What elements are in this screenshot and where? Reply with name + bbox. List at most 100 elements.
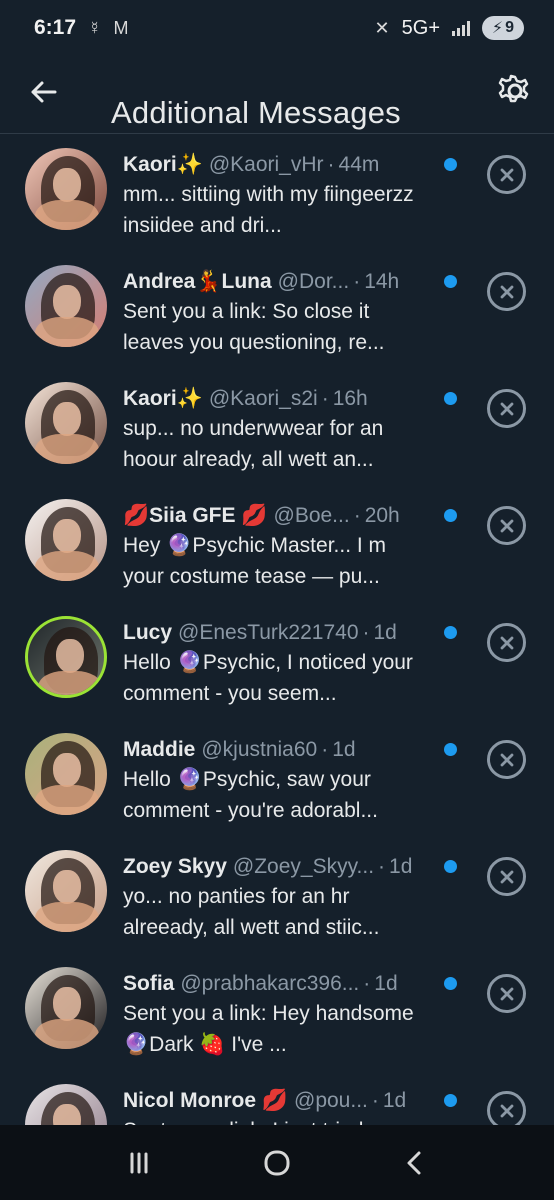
sender-name: Kaori✨ xyxy=(123,387,203,410)
dismiss-button[interactable] xyxy=(487,506,526,545)
message-request-row[interactable]: Maddie @kjustnia60 · 1d Hello 🔮Psychic, … xyxy=(0,719,554,836)
message-request-row[interactable]: Lucy @EnesTurk221740 · 1d Hello 🔮Psychic… xyxy=(0,602,554,719)
avatar-face xyxy=(53,987,81,1021)
message-preview: Sent you a link: I just tried... xyxy=(123,1115,428,1125)
message-request-row[interactable]: Andrea💃Luna @Dor... · 14h Sent you a lin… xyxy=(0,251,554,368)
avatar[interactable] xyxy=(25,499,107,581)
sender-line: Zoey Skyy @Zoey_Skyy... · 1d xyxy=(123,852,430,882)
sender-handle: @kjustnia60 xyxy=(201,738,318,761)
message-time: 1d xyxy=(382,1089,407,1112)
avatar-face xyxy=(53,870,81,904)
status-right: ✕ 5G+ ⚡ 9 xyxy=(375,16,524,40)
avatar-face xyxy=(53,168,81,202)
message-preview: Sent you a link: Hey handsome 🔮Dark 🍓 I'… xyxy=(123,1002,414,1056)
avatar-face xyxy=(53,519,81,553)
sender-name: Kaori✨ xyxy=(123,153,203,176)
message-time: 20h xyxy=(364,504,400,527)
sender-line: Kaori✨ @Kaori_vHr · 44m xyxy=(123,150,430,180)
avatar-body xyxy=(38,671,102,695)
sender-name: 💋Siia GFE 💋 xyxy=(123,504,268,527)
status-time: 6:17 xyxy=(34,16,77,39)
separator-dot: · xyxy=(353,504,361,527)
back-button[interactable] xyxy=(24,72,64,112)
close-icon xyxy=(500,1104,513,1117)
message-request-list[interactable]: Kaori✨ @Kaori_vHr · 44m mm... sittiing w… xyxy=(0,134,554,1125)
sender-line: Andrea💃Luna @Dor... · 14h xyxy=(123,267,430,297)
status-left: 6:17 ☿ M xyxy=(34,16,129,40)
sender-name: Nicol Monroe 💋 xyxy=(123,1089,288,1112)
sender-handle: @EnesTurk221740 xyxy=(178,621,359,644)
message-request-row[interactable]: Nicol Monroe 💋 @pou... · 1d Sent you a l… xyxy=(0,1070,554,1125)
avatar-body xyxy=(35,200,99,230)
avatar[interactable] xyxy=(25,148,107,230)
sender-name: Sofia xyxy=(123,972,175,995)
home-button[interactable] xyxy=(252,1138,302,1188)
sender-line: Sofia @prabhakarc396... · 1d xyxy=(123,969,430,999)
sender-handle: @Kaori_s2i xyxy=(208,387,318,410)
avatar-face xyxy=(53,285,81,319)
dismiss-button[interactable] xyxy=(487,272,526,311)
message-preview: sup... no underwwear for an hoour alread… xyxy=(123,417,384,471)
dismiss-button[interactable] xyxy=(487,1091,526,1125)
recent-apps-button[interactable] xyxy=(114,1138,164,1188)
separator-dot: · xyxy=(321,738,329,761)
avatar-face xyxy=(56,639,84,673)
message-request-row[interactable]: 💋Siia GFE 💋 @Boe... · 20h Hey 🔮Psychic M… xyxy=(0,485,554,602)
avatar-face xyxy=(53,753,81,787)
battery-level: 9 xyxy=(505,19,515,36)
dismiss-button[interactable] xyxy=(487,389,526,428)
dismiss-button[interactable] xyxy=(487,155,526,194)
message-preview: Hello 🔮Psychic, saw your comment - you'r… xyxy=(123,768,378,822)
avatar[interactable] xyxy=(25,850,107,932)
avatar[interactable] xyxy=(25,1084,107,1125)
avatar-body xyxy=(35,902,99,932)
close-icon xyxy=(500,285,513,298)
page-header: Additional Messages xyxy=(0,56,554,134)
message-request-row[interactable]: Kaori✨ @Kaori_s2i · 16h sup... no underw… xyxy=(0,368,554,485)
dismiss-button[interactable] xyxy=(487,623,526,662)
message-preview: Hey 🔮Psychic Master... I m your costume … xyxy=(123,534,387,588)
muted-icon: ✕ xyxy=(374,18,390,38)
recent-apps-icon xyxy=(130,1152,148,1173)
settings-button[interactable] xyxy=(494,70,536,112)
avatar-body xyxy=(35,317,99,347)
battery-icon: ⚡ 9 xyxy=(482,16,524,40)
message-preview: yo... no panties for an hr alreeady, all… xyxy=(123,885,380,939)
android-back-button[interactable] xyxy=(390,1138,440,1188)
mercury-symbol-icon: ☿ xyxy=(88,18,102,38)
dismiss-button[interactable] xyxy=(487,857,526,896)
sender-handle: @Kaori_vHr xyxy=(208,153,324,176)
avatar[interactable] xyxy=(25,382,107,464)
unread-indicator xyxy=(444,275,457,288)
unread-indicator xyxy=(444,509,457,522)
android-back-icon xyxy=(407,1151,421,1174)
sender-handle: @Zoey_Skyy... xyxy=(232,855,375,878)
sender-line: Lucy @EnesTurk221740 · 1d xyxy=(123,618,430,648)
separator-dot: · xyxy=(321,387,329,410)
signal-icon xyxy=(452,20,470,36)
message-time: 14h xyxy=(364,270,400,293)
sender-line: 💋Siia GFE 💋 @Boe... · 20h xyxy=(123,501,430,531)
close-icon xyxy=(500,402,513,415)
avatar[interactable] xyxy=(25,967,107,1049)
separator-dot: · xyxy=(362,621,370,644)
message-time: 16h xyxy=(332,387,368,410)
avatar[interactable] xyxy=(25,616,107,698)
dismiss-button[interactable] xyxy=(487,740,526,779)
page-title: Additional Messages xyxy=(111,94,401,130)
avatar[interactable] xyxy=(25,265,107,347)
gear-icon xyxy=(498,74,529,103)
dismiss-button[interactable] xyxy=(487,974,526,1013)
close-icon xyxy=(500,870,513,883)
close-icon xyxy=(500,168,513,181)
message-request-row[interactable]: Sofia @prabhakarc396... · 1d Sent you a … xyxy=(0,953,554,1070)
message-request-row[interactable]: Zoey Skyy @Zoey_Skyy... · 1d yo... no pa… xyxy=(0,836,554,953)
message-preview: Sent you a link: So close it leaves you … xyxy=(123,300,385,354)
sender-line: Kaori✨ @Kaori_s2i · 16h xyxy=(123,384,430,414)
close-icon xyxy=(500,519,513,532)
home-icon xyxy=(264,1150,290,1175)
avatar[interactable] xyxy=(25,733,107,815)
message-request-row[interactable]: Kaori✨ @Kaori_vHr · 44m mm... sittiing w… xyxy=(0,134,554,251)
separator-dot: · xyxy=(327,153,335,176)
sender-handle: @prabhakarc396... xyxy=(180,972,360,995)
